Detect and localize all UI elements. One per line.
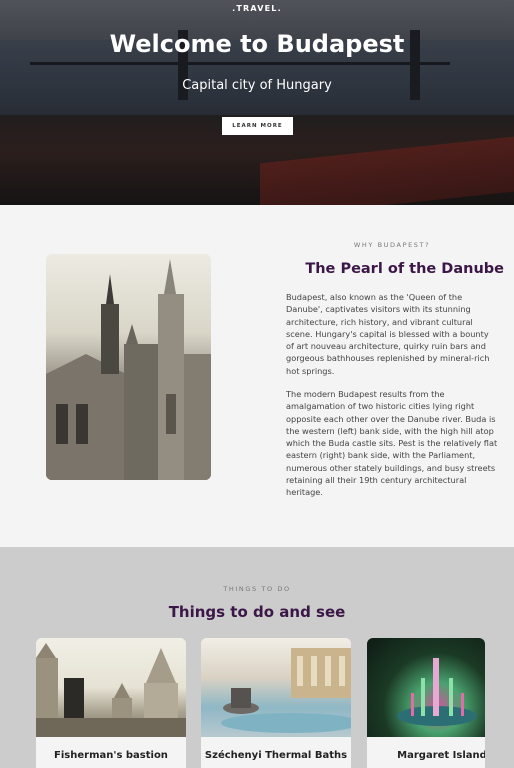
things-eyebrow: THINGS TO DO	[223, 585, 291, 593]
about-heading: The Pearl of the Danube	[305, 261, 504, 277]
about-paragraph: Budapest, also known as the 'Queen of th…	[286, 292, 490, 376]
bastion-illustration	[36, 643, 186, 737]
church-illustration	[46, 259, 211, 480]
card-label: Széchenyi Thermal Baths	[204, 750, 348, 761]
hero-title: Welcome to Budapest	[109, 30, 405, 58]
learn-more-button[interactable]: LEARN MORE	[222, 117, 293, 135]
szechenyi-baths-photo	[201, 638, 351, 737]
hero-banner: .TRAVEL. Welcome to Budapest Capital cit…	[0, 0, 514, 205]
attraction-card[interactable]: Margaret Island	[367, 638, 485, 768]
about-paragraph: The modern Budapest results from the ama…	[286, 389, 498, 498]
fishermans-bastion-photo	[36, 638, 186, 737]
margaret-island-photo	[367, 638, 485, 737]
matthias-church-photo	[46, 254, 211, 480]
about-section: WHY BUDAPEST? The Pearl of the Danube Bu…	[0, 205, 514, 547]
things-heading: Things to do and see	[168, 603, 346, 621]
card-label: Fisherman's bastion	[54, 750, 168, 761]
about-eyebrow: WHY BUDAPEST?	[353, 241, 431, 249]
baths-illustration	[221, 648, 351, 733]
attraction-card[interactable]: Széchenyi Thermal Baths	[201, 638, 351, 768]
fountain-illustration	[397, 658, 477, 726]
brand-logo[interactable]: .TRAVEL.	[0, 4, 514, 13]
card-label: Margaret Island	[397, 750, 485, 761]
things-section: THINGS TO DO Things to do and see Fisher…	[0, 547, 514, 768]
hero-subtitle: Capital city of Hungary	[182, 78, 332, 93]
attraction-card[interactable]: Fisherman's bastion	[36, 638, 186, 768]
